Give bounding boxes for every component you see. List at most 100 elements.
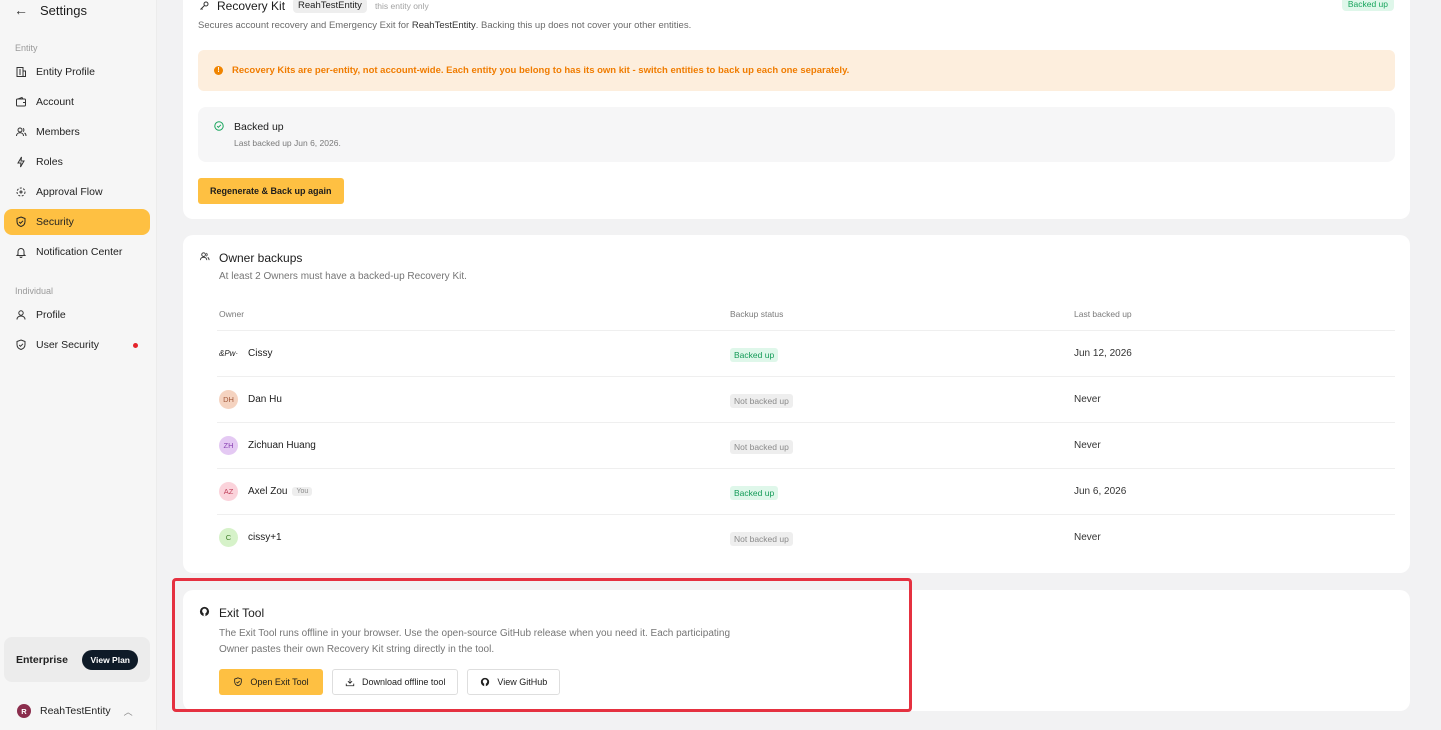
sidebar-item-members[interactable]: Members [4,119,150,145]
flow-icon [16,187,26,197]
column-header-owner: Owner [219,309,245,319]
status-title: Backed up [234,121,284,133]
settings-title: Settings [40,2,87,18]
avatar: C [219,528,238,547]
owner-name: Cissy [248,348,273,359]
exit-tool-title: Exit Tool [219,606,265,620]
exit-tool-actions: Open Exit Tool Download offline tool Vie… [219,669,561,695]
table-row: AZ Axel Zou You Backed up Jun 6, 2026 [217,468,1395,514]
github-icon [199,606,210,617]
download-offline-tool-button[interactable]: Download offline tool [332,669,459,695]
last-backed-up: Never [1074,532,1101,543]
bolt-icon [17,156,25,168]
column-header-last-backed-up: Last backed up [1074,309,1132,319]
owner-cell: &Pw· Cissy [219,344,272,363]
plan-card: Enterprise View Plan [4,637,150,682]
users-icon [199,252,210,261]
column-header-backup-status: Backup status [730,309,784,319]
warning-banner: ! Recovery Kits are per-entity, not acco… [198,50,1395,91]
owner-name: cissy+1 [248,532,282,543]
last-backed-up: Jun 6, 2026 [1074,486,1127,497]
owner-name: Zichuan Huang [248,440,316,451]
entity-avatar: R [17,704,31,718]
sidebar-item-label: Approval Flow [36,186,103,198]
alert-icon: ! [214,66,223,75]
last-backed-up: Jun 12, 2026 [1074,348,1132,359]
regenerate-button[interactable]: Regenerate & Back up again [198,178,344,204]
status-subtitle: Last backed up Jun 6, 2026. [234,138,341,148]
sidebar-item-entity-profile[interactable]: Entity Profile [4,59,150,85]
desc-text: . Backing this up does not cover your ot… [475,20,692,31]
sidebar: ← Settings Entity Entity Profile Account… [0,0,157,730]
exit-tool-card: Exit Tool The Exit Tool runs offline in … [183,590,1410,711]
chevron-up-icon: ︿ [123,706,133,717]
owner-cell: DH Dan Hu [219,390,282,409]
owner-cell: Ccissy+1 [219,528,282,547]
sidebar-item-label: Profile [36,309,66,321]
settings-header: ← Settings [14,2,87,18]
owner-cell: AZ Axel Zou You [219,482,313,501]
recovery-kit-description: Secures account recovery and Emergency E… [198,20,691,31]
status-badge: Backed up [1341,0,1394,11]
recovery-kit-title: Recovery Kit [217,0,286,13]
owner-name: Dan Hu [248,394,282,405]
backup-status-badge: Not backed up [730,440,793,454]
sidebar-item-label: Security [36,216,74,228]
sidebar-item-approval-flow[interactable]: Approval Flow [4,179,150,205]
entity-chip: ReahTestEntity [293,0,367,13]
section-label-individual: Individual [15,286,54,296]
sidebar-item-label: Account [36,96,74,108]
entity-name: ReahTestEntity [40,705,111,717]
check-circle-icon [214,121,224,131]
sidebar-item-account[interactable]: Account [4,89,150,115]
you-badge: You [292,487,313,496]
button-label: Download offline tool [362,677,446,687]
desc-text: Secures account recovery and Emergency E… [198,20,412,31]
desc-entity: ReahTestEntity [411,20,476,31]
backup-status-badge: Backed up [730,348,779,362]
button-label: View GitHub [497,677,548,687]
table-row: Ccissy+1 Not backed up Never [217,514,1395,560]
sidebar-item-user-security[interactable]: User Security [4,332,150,358]
backup-status-box: Backed up Last backed up Jun 6, 2026. [198,107,1395,162]
avatar: DH [219,390,238,409]
sidebar-item-security[interactable]: Security [4,209,150,235]
wallet-icon [16,96,26,107]
view-plan-button[interactable]: View Plan [82,649,138,670]
sidebar-item-roles[interactable]: Roles [4,149,150,175]
view-github-button[interactable]: View GitHub [467,669,561,695]
user-icon [16,310,26,320]
entity-switcher[interactable]: R ReahTestEntity ︿ [17,704,133,718]
recovery-kit-card: Recovery Kit ReahTestEntity this entity … [183,0,1410,219]
sidebar-item-notification-center[interactable]: Notification Center [4,239,150,265]
avatar: &Pw· [219,349,239,358]
open-exit-tool-button[interactable]: Open Exit Tool [219,669,323,695]
sidebar-item-profile[interactable]: Profile [4,302,150,328]
sidebar-item-label: Members [36,126,80,138]
users-icon [16,127,27,137]
sidebar-item-label: Roles [36,156,63,168]
table-row: ZH Zichuan Huang Not backed up Never [217,422,1395,468]
table-row: &Pw· Cissy Backed up Jun 12, 2026 [217,330,1395,376]
section-label-entity: Entity [15,43,38,53]
table-row: DH Dan Hu Not backed up Never [217,376,1395,422]
backup-status-badge: Not backed up [730,394,793,408]
download-icon [345,678,355,687]
building-icon [16,67,26,77]
alert-dot [133,343,138,348]
avatar: AZ [219,482,238,501]
last-backed-up: Never [1074,440,1101,451]
warning-text: Recovery Kits are per-entity, not accoun… [232,65,850,76]
scope-label: this entity only [374,0,429,11]
arrow-left-icon[interactable]: ← [14,2,28,18]
exit-tool-description: The Exit Tool runs offline in your brows… [219,628,731,655]
owner-backups-title: Owner backups [219,251,303,265]
avatar: ZH [219,436,238,455]
shield-icon [16,339,26,351]
shield-icon [234,677,243,687]
github-icon [481,677,490,687]
owner-name: Axel Zou [248,486,288,497]
shield-icon [16,216,26,228]
sidebar-item-label: User Security [36,339,100,351]
backup-status-badge: Not backed up [730,532,793,546]
